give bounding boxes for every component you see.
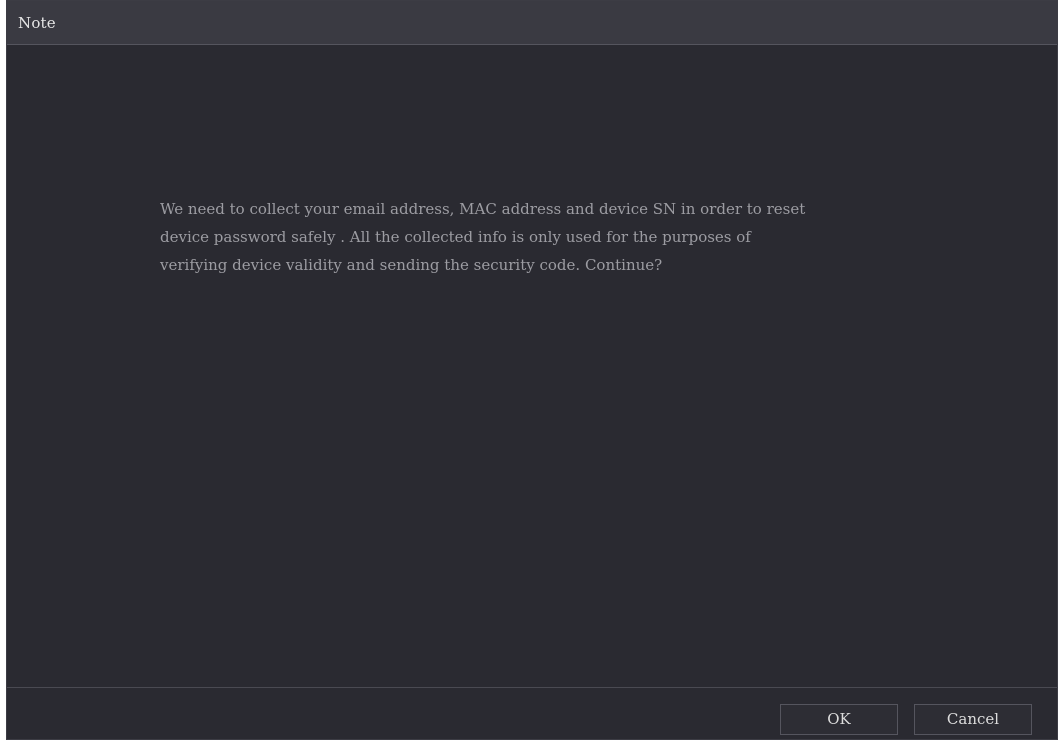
note-dialog: Note We need to collect your email addre… (6, 0, 1058, 740)
dialog-message: We need to collect your email address, M… (160, 195, 900, 279)
dialog-titlebar: Note (7, 1, 1057, 45)
ok-button[interactable]: OK (780, 704, 898, 735)
message-line-1: We need to collect your email address, M… (160, 200, 806, 218)
message-line-3: verifying device validity and sending th… (160, 256, 663, 274)
dialog-footer: OK Cancel (7, 687, 1057, 739)
dialog-title: Note (18, 14, 56, 32)
dialog-body: We need to collect your email address, M… (7, 45, 1057, 687)
message-line-2: device password safely . All the collect… (160, 228, 751, 246)
cancel-button[interactable]: Cancel (914, 704, 1032, 735)
